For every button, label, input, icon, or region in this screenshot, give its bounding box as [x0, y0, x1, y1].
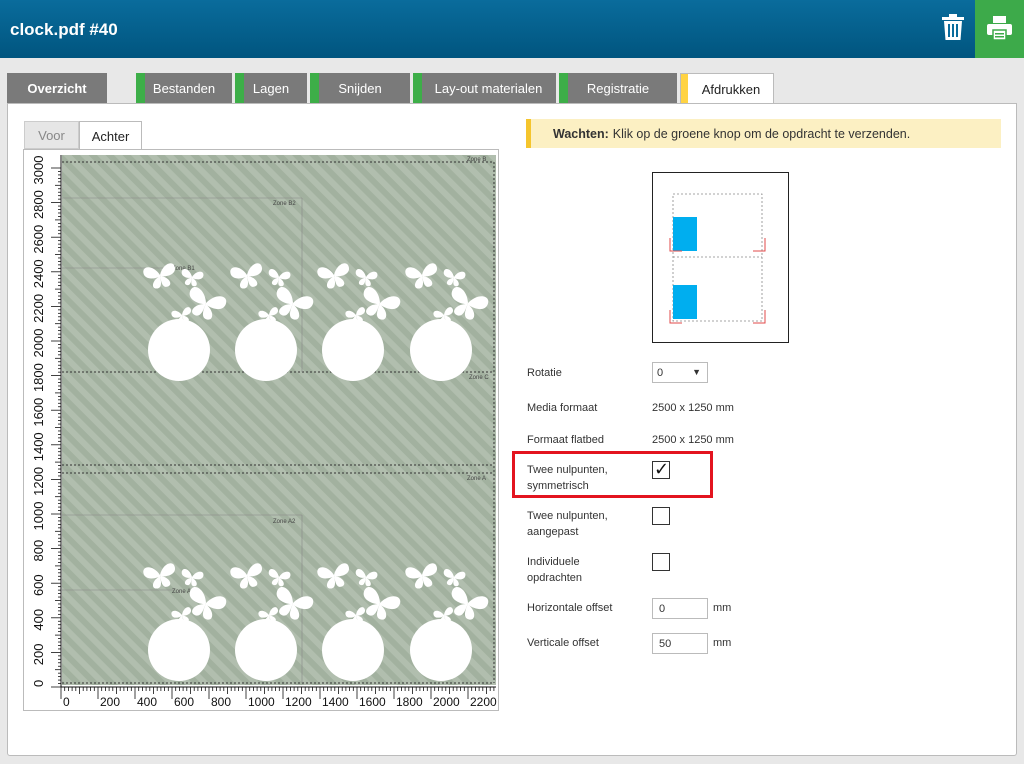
- horizontale-offset-label: Horizontale offset: [527, 602, 613, 614]
- ruler-y-label: 2000: [31, 329, 46, 358]
- twee-nulpunten-aangepast-checkbox[interactable]: [652, 507, 670, 525]
- tab-snijden[interactable]: Snijden: [310, 73, 410, 103]
- ruler-x-label: 1200: [285, 695, 312, 709]
- zone-label: Zone A2: [273, 519, 296, 525]
- print-button[interactable]: [975, 0, 1024, 58]
- media-formaat-value: 2500 x 1250 mm: [652, 402, 734, 414]
- ruler-y-label: 2800: [31, 190, 46, 219]
- zone-label: Zone B: [467, 157, 486, 163]
- ruler-x-label: 1800: [396, 695, 423, 709]
- ruler-x-label: 1000: [248, 695, 275, 709]
- layout-preview-canvas: Zone B Zone B2 Zone B1 Zone C Zone A Zon…: [24, 150, 497, 709]
- rotatie-label: Rotatie: [527, 367, 562, 379]
- thumb-tile: [673, 285, 697, 319]
- print-preview[interactable]: Zone B Zone B2 Zone B1 Zone C Zone A Zon…: [23, 149, 499, 711]
- ruler-y-label: 1200: [31, 467, 46, 496]
- trash-icon[interactable]: [940, 13, 966, 41]
- tab-bestanden[interactable]: Bestanden: [136, 73, 232, 103]
- horizontale-offset-unit: mm: [713, 602, 732, 614]
- individuele-opdrachten-checkbox[interactable]: [652, 553, 670, 571]
- ruler-x-label: 800: [211, 695, 231, 709]
- formaat-flatbed-label: Formaat flatbed: [527, 434, 605, 446]
- verticale-offset-input[interactable]: 50: [652, 633, 708, 654]
- tab-registratie[interactable]: Registratie: [559, 73, 677, 103]
- twee-nulpunten-symmetrisch-label: Twee nulpunten, symmetrisch: [527, 464, 608, 492]
- printer-icon: [987, 16, 1012, 40]
- banner-text: Klik op de groene knop om de opdracht te…: [612, 126, 911, 141]
- ruler-y-label: 1800: [31, 363, 46, 392]
- layout-thumbnail: [652, 172, 789, 343]
- ruler-y-label: 2600: [31, 225, 46, 254]
- checkmark-icon: ✓: [654, 459, 670, 479]
- tab-afdrukken[interactable]: Afdrukken: [680, 73, 774, 104]
- tab-lagen[interactable]: Lagen: [235, 73, 307, 103]
- ruler-x-label: 1400: [322, 695, 349, 709]
- ruler-y-label: 600: [31, 574, 46, 596]
- banner-strong: Wachten:: [553, 126, 609, 141]
- ruler-x-label: 200: [100, 695, 120, 709]
- formaat-flatbed-value: 2500 x 1250 mm: [652, 434, 734, 446]
- chevron-down-icon: ▼: [692, 367, 701, 377]
- horizontale-offset-input[interactable]: 0: [652, 598, 708, 619]
- ruler-y-label: 1400: [31, 432, 46, 461]
- twee-nulpunten-aangepast-label: Twee nulpunten, aangepast: [527, 510, 608, 538]
- ruler-y-label: 1600: [31, 398, 46, 427]
- ruler-y-label: 800: [31, 540, 46, 562]
- zone-label: Zone A: [467, 476, 486, 482]
- verticale-offset-label: Verticale offset: [527, 637, 599, 649]
- ruler-y-label: 3000: [31, 156, 46, 185]
- app-header: clock.pdf #40: [0, 0, 1024, 58]
- ruler-y-label: 0: [31, 680, 46, 687]
- thumb-tile: [673, 217, 697, 251]
- job-title: clock.pdf #40: [10, 20, 118, 39]
- ruler-y-label: 2200: [31, 294, 46, 323]
- ruler-x-label: 1600: [359, 695, 386, 709]
- ruler-y-label: 400: [31, 609, 46, 631]
- ruler-y-label: 2400: [31, 259, 46, 288]
- tab-lay-out-materialen[interactable]: Lay-out materialen: [413, 73, 556, 103]
- zone-label: Zone C: [469, 375, 489, 381]
- media-formaat-label: Media formaat: [527, 402, 598, 414]
- ruler-x-label: 2200: [470, 695, 497, 709]
- ruler-x-label: 600: [174, 695, 194, 709]
- tab-voor[interactable]: Voor: [24, 121, 79, 149]
- ruler-x-label: 2000: [433, 695, 460, 709]
- twee-nulpunten-symmetrisch-checkbox[interactable]: ✓: [652, 459, 670, 479]
- rotatie-select[interactable]: 0 ▼: [652, 362, 708, 383]
- ruler-y-label: 1000: [31, 502, 46, 531]
- verticale-offset-unit: mm: [713, 637, 732, 649]
- tab-achter[interactable]: Achter: [79, 121, 142, 150]
- ruler-x-label: 0: [63, 695, 70, 709]
- tab-overzicht[interactable]: Overzicht: [7, 73, 107, 103]
- ruler-y-label: 200: [31, 644, 46, 666]
- status-banner: Wachten: Klik op de groene knop om de op…: [526, 119, 1001, 148]
- individuele-opdrachten-label: Individuele opdrachten: [527, 556, 583, 584]
- zone-label: Zone B2: [273, 201, 296, 207]
- ruler-x-label: 400: [137, 695, 157, 709]
